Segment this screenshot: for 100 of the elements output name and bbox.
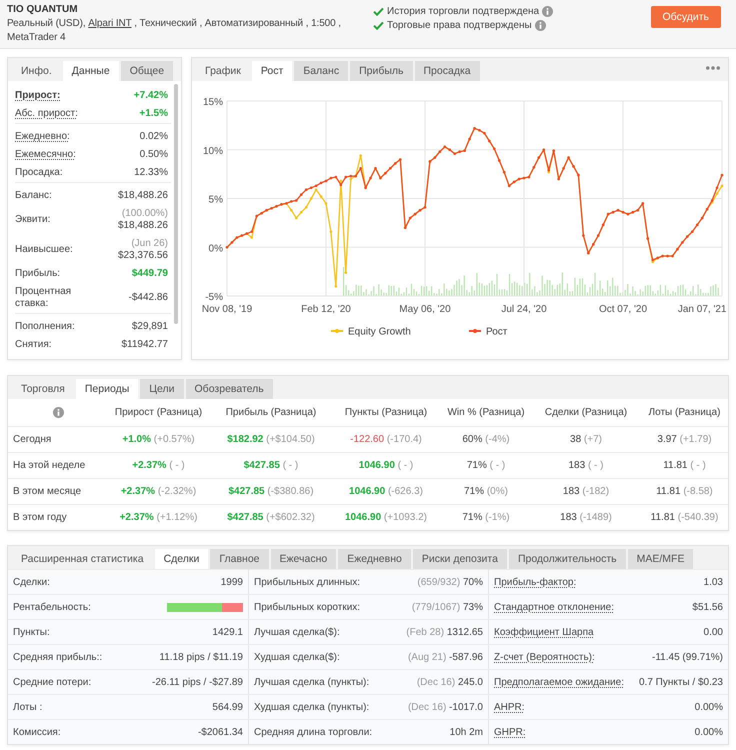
stat-label: Пункты: bbox=[13, 626, 50, 638]
account-details: Реальный (USD), Alpari INT , Технический , Автоматизированный , 1:500 , MetaTrader 4 bbox=[7, 17, 342, 45]
info-icon[interactable] bbox=[53, 407, 64, 418]
stat-label: Абс. прирост: bbox=[15, 108, 78, 120]
table-cell: 60% (-4%) bbox=[462, 434, 510, 445]
stat-label: Пополнения: bbox=[15, 321, 75, 333]
stat-note: (Jun 26) bbox=[131, 238, 168, 250]
stat-value: 0.50% bbox=[140, 149, 168, 161]
scrollbar-thumb[interactable] bbox=[174, 84, 178, 324]
legend-label[interactable]: Рост bbox=[486, 326, 508, 338]
table-cell: 183 ( - ) bbox=[568, 460, 604, 471]
stat-value: (779/1067) 73% bbox=[412, 602, 483, 612]
info-icon[interactable] bbox=[534, 20, 546, 31]
stat-label: Лоты : bbox=[13, 702, 42, 712]
tab[interactable]: Рост bbox=[252, 61, 292, 81]
table-cell: 71% ( - ) bbox=[466, 460, 506, 471]
stat-value: 0.00% bbox=[694, 726, 723, 738]
tab[interactable]: Просадка bbox=[414, 61, 480, 81]
row-label: В этом месяце bbox=[12, 486, 82, 497]
table-cell: $182.92 (+$104.50) bbox=[227, 434, 315, 445]
tab[interactable]: Общее bbox=[120, 61, 174, 81]
tab[interactable]: Баланс bbox=[294, 61, 348, 81]
row-label: В этом году bbox=[12, 512, 67, 523]
tab[interactable]: Продолжительность bbox=[508, 549, 626, 569]
stat-label: Баланс: bbox=[15, 190, 52, 202]
tab[interactable]: Прибыль bbox=[350, 61, 412, 81]
stat-label: Лучшая сделка($): bbox=[254, 626, 340, 638]
stat-value: +1.5% bbox=[139, 108, 168, 120]
legend-line-icon bbox=[469, 329, 481, 333]
stat-value: 1.03 bbox=[704, 576, 723, 588]
tab[interactable]: Обозреватель bbox=[186, 379, 273, 399]
stat-value: 11.18 pips / $11.19 bbox=[159, 652, 243, 662]
stat-label: Процентная ставка: bbox=[15, 286, 72, 310]
stat-label: Ежемесячно: bbox=[15, 149, 76, 161]
stat-label: Z-счет (Вероятность): bbox=[494, 652, 595, 662]
stat-label: Предполагаемое ожидание: bbox=[494, 676, 624, 688]
stat-value: 12.33% bbox=[134, 167, 168, 179]
stat-value: 0.7 Пункты / $0.23 bbox=[638, 676, 723, 688]
y-tick-label: 0% bbox=[208, 243, 223, 254]
stat-label: Средние потери: bbox=[13, 676, 92, 688]
stat-label: Эквити: bbox=[15, 214, 50, 226]
tab[interactable]: Расширенная статистика bbox=[12, 549, 153, 569]
column-header: Сделки (Разница) bbox=[544, 407, 628, 418]
column-header: Прирост (Разница) bbox=[114, 407, 202, 418]
stat-label: Средняя длина торговли: bbox=[254, 726, 372, 738]
tab[interactable]: Сделки bbox=[154, 549, 208, 569]
table-cell: $427.85 (+$602.32) bbox=[227, 512, 315, 523]
table-cell: 11.81 ( - ) bbox=[663, 460, 706, 471]
stat-label: Средняя прибыль:: bbox=[13, 652, 102, 662]
verification-text: Торговые права подтверждены bbox=[387, 20, 532, 31]
table-cell: +2.37% (-2.32%) bbox=[120, 486, 196, 497]
stat-value: +7.42% bbox=[134, 90, 168, 102]
stat-value: $11942.77 bbox=[121, 339, 168, 351]
discuss-button[interactable]: Обсудить bbox=[650, 6, 721, 28]
table-cell: $427.85 (-$380.86) bbox=[228, 486, 314, 497]
tab[interactable]: Цели bbox=[140, 379, 184, 399]
tab[interactable]: Данные bbox=[62, 61, 119, 81]
x-tick-label: Nov 08, '19 bbox=[202, 304, 252, 315]
tab[interactable]: Ежедневно bbox=[338, 549, 411, 569]
stat-value: (Dec 16) -1017.0 bbox=[408, 702, 483, 712]
tab[interactable]: Периоды bbox=[76, 379, 138, 399]
tab[interactable]: Главное bbox=[210, 549, 268, 569]
stat-value: -$2061.34 bbox=[198, 726, 243, 738]
stat-value: $23,376.56 bbox=[118, 250, 168, 262]
stat-value: (Dec 16) 245.0 bbox=[416, 676, 483, 688]
stat-label: Коэффициент Шарпа bbox=[494, 626, 594, 638]
tab[interactable]: MAE/MFE bbox=[628, 549, 694, 569]
legend-label[interactable]: Equity Growth bbox=[348, 326, 411, 338]
table-cell: 3.97 (+1.79) bbox=[657, 434, 712, 445]
x-tick-label: May 06, '20 bbox=[399, 304, 451, 315]
tab[interactable]: График bbox=[196, 61, 250, 81]
info-icon[interactable] bbox=[542, 6, 554, 17]
tab[interactable]: Риски депозита bbox=[412, 549, 507, 569]
stat-value: 564.99 bbox=[212, 702, 243, 712]
y-tick-label: 5% bbox=[208, 194, 223, 206]
table-cell: 38 (+7) bbox=[570, 434, 602, 445]
table-cell: 183 (-182) bbox=[562, 486, 610, 497]
table-cell: 11.81 (-540.39) bbox=[650, 512, 718, 523]
stat-label: GHPR: bbox=[494, 726, 526, 738]
stat-value: $18,488.26 bbox=[118, 220, 168, 232]
tab[interactable]: Инфо. bbox=[12, 61, 61, 81]
stat-value: -26.11 pips / -$27.89 bbox=[152, 676, 243, 688]
stat-value: 0.00 bbox=[704, 626, 723, 638]
stat-label: AHPR: bbox=[494, 702, 525, 712]
column-header: Пункты (Разница) bbox=[344, 407, 428, 418]
tab[interactable]: Ежечасно bbox=[270, 549, 336, 569]
more-icon[interactable] bbox=[706, 66, 720, 70]
x-tick-label: Jul 24, '20 bbox=[501, 304, 547, 315]
stat-value: $29,891 bbox=[132, 321, 168, 333]
y-tick-label: 15% bbox=[202, 97, 223, 108]
stat-label: Комиссия: bbox=[13, 726, 61, 738]
x-tick-label: Jan 07, '21 bbox=[678, 304, 727, 315]
table-cell: 1046.90 (+1093.2) bbox=[344, 512, 428, 523]
stat-label: Худшая сделка (пункты): bbox=[254, 702, 370, 712]
stat-value: $449.79 bbox=[132, 268, 168, 280]
y-tick-label: -5% bbox=[205, 292, 223, 303]
row-label: На этой неделе bbox=[12, 460, 86, 471]
broker-link[interactable]: Alpari INT bbox=[88, 18, 132, 29]
stat-note: (100.00%) bbox=[122, 208, 168, 220]
tab[interactable]: Торговля bbox=[12, 379, 74, 399]
